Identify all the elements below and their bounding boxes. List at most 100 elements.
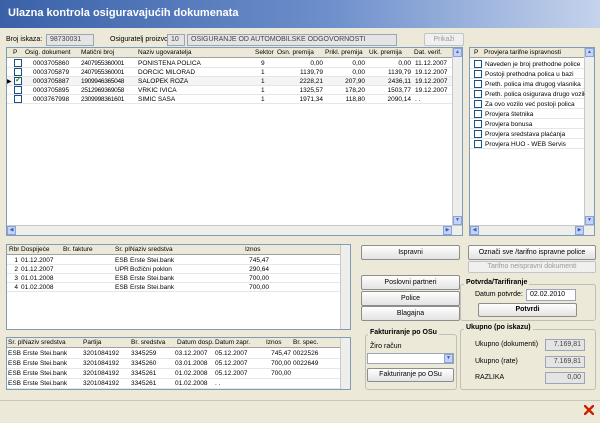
- cell-dospijece: 01.12.2007: [21, 265, 54, 273]
- rule-row[interactable]: Provjera sredstava plaćanja: [470, 129, 584, 139]
- col-maticni-broj: Matični broj: [81, 49, 115, 56]
- table-row[interactable]: ▶ 0003705887 1909946365048 ŠALOPEK ROŽA 1 222…: [7, 75, 452, 86]
- rule-row[interactable]: Za ovo vozilo već postoji polica: [470, 99, 584, 109]
- rule-checkbox[interactable]: [474, 70, 482, 78]
- rule-row[interactable]: Postoji prethodna polica u bazi: [470, 69, 584, 79]
- osiguratelj-label: Osiguratelj proizvod:: [110, 36, 174, 43]
- cell-iznos: 700,00: [271, 369, 291, 377]
- col-p: P: [13, 49, 18, 56]
- row-checkbox[interactable]: [14, 59, 22, 67]
- rule-row[interactable]: Provjera štetnika: [470, 109, 584, 119]
- table-row[interactable]: 0003705879 2407955360001 DORČIĆ MILORAD 1 11…: [7, 68, 452, 77]
- documents-hscroll[interactable]: ◀ ▶: [7, 225, 462, 235]
- col-osn-premija: Osn. premija: [277, 49, 314, 56]
- rule-row[interactable]: Provjera bonusa: [470, 119, 584, 129]
- rule-label: Za ovo vozilo već postoji polica: [485, 100, 575, 108]
- scroll-down-icon[interactable]: ▼: [453, 216, 462, 225]
- payment-row[interactable]: 2 01.12.2007 UPR Božični poklon 290,64: [7, 265, 340, 274]
- scroll-right-icon[interactable]: ▶: [443, 226, 452, 235]
- cell-osn-premija: 1139,79: [299, 68, 323, 76]
- cell-naziv-sredstva: Božični poklon: [130, 265, 172, 273]
- means-col-br-sredstva: Br. sredstva: [131, 339, 166, 346]
- ukupno-rate-field: 7.169,81: [545, 356, 585, 368]
- cell-br-spec: 0022649: [293, 359, 319, 367]
- police-button[interactable]: Police: [361, 291, 460, 306]
- rule-checkbox[interactable]: [474, 80, 482, 88]
- cell-dat-verif: 19.12.2007: [415, 68, 448, 76]
- rule-checkbox[interactable]: [474, 130, 482, 138]
- table-row[interactable]: 0003705895 2512969369058 VRKIĆ IVICA 1 1325,…: [7, 86, 452, 95]
- blagajna-button[interactable]: Blagajna: [361, 306, 460, 321]
- rules-scroll-right-icon[interactable]: ▶: [575, 226, 584, 235]
- ispravni-button[interactable]: Ispravni: [361, 245, 460, 260]
- oznaci-sve-button[interactable]: Označi sve /tarifno ispravne police: [468, 245, 596, 260]
- ziro-racun-select[interactable]: [367, 353, 454, 364]
- cell-br-spec: 0022526: [293, 349, 319, 357]
- payments-vscroll[interactable]: [340, 245, 350, 329]
- payment-row[interactable]: 1 01.12.2007 ESB Erste Stei.bank 745,47: [7, 256, 340, 265]
- means-grid-header: Sr. pl. Naziv sredstva Partija Br. sreds…: [7, 338, 350, 348]
- ukupno-title: Ukupno (po iskazu): [464, 324, 533, 331]
- cell-datum-zapr: 05.12.2007: [215, 349, 248, 357]
- fakturiranje-title: Fakturiranje po OSu: [368, 329, 439, 336]
- means-row[interactable]: ESB Erste Stei.bank 3201084192 3345261 01.02…: [7, 369, 340, 379]
- payment-row[interactable]: 4 01.02.2008 ESB Erste Stei.bank 700,00: [7, 283, 340, 292]
- cell-datum-zapr: . .: [215, 379, 221, 387]
- cell-naziv-sredstva: Erste Stei.bank: [23, 349, 68, 357]
- rule-checkbox[interactable]: [474, 100, 482, 108]
- pay-col-iznos: Iznos: [245, 246, 261, 253]
- rule-checkbox[interactable]: [474, 60, 482, 68]
- poslovni-partneri-button[interactable]: Poslovni partneri: [361, 275, 460, 290]
- rules-scroll-up-icon[interactable]: ▲: [585, 48, 594, 57]
- row-checkbox[interactable]: [14, 75, 22, 85]
- fakturiranje-po-osu-button[interactable]: Fakturiranje po OSu: [367, 368, 454, 382]
- table-row[interactable]: 0003767998 2309998361601 ŠIMIĆ SAŠA 1 1971,3…: [7, 95, 452, 104]
- documents-grid[interactable]: P Osig. dokument Matični broj Naziv ugov…: [6, 47, 463, 236]
- close-icon[interactable]: [584, 405, 594, 415]
- rule-checkbox[interactable]: [474, 120, 482, 128]
- means-row[interactable]: ESB Erste Stei.bank 3201084192 3345260 03.01…: [7, 359, 340, 369]
- row-checkbox[interactable]: [14, 86, 22, 94]
- chevron-down-icon[interactable]: ▼: [444, 354, 453, 363]
- cell-iznos: 745,47: [249, 256, 269, 264]
- cell-naziv: PONIŠTENA POLICA: [138, 59, 201, 67]
- rule-row[interactable]: Preth. polica osigurava drugo vozilo: [470, 89, 585, 99]
- scroll-up-icon[interactable]: ▲: [453, 48, 462, 57]
- cell-osig-dokument: 0003705887: [33, 77, 70, 85]
- payments-grid[interactable]: Rbr Dospijeće Br. fakture Sr. pl. Naziv …: [6, 244, 351, 330]
- table-row[interactable]: 0003705860 2407955360001 PONIŠTENA POLICA 9…: [7, 59, 452, 68]
- datum-potvrde-field[interactable]: 02.02.2010: [526, 289, 576, 301]
- cell-uk-premija: 0,00: [398, 59, 411, 67]
- cell-maticni-broj: 1909946365048: [81, 77, 125, 85]
- razlika-field: 0,00: [545, 372, 585, 384]
- row-checkbox[interactable]: [14, 95, 22, 103]
- rule-row[interactable]: Provjera HUO - WEB Servis: [470, 139, 584, 149]
- documents-vscroll[interactable]: ▲ ▼: [452, 48, 462, 235]
- potvrdi-button[interactable]: Potvrdi: [478, 303, 577, 317]
- cell-rbr: 4: [14, 283, 18, 291]
- means-row[interactable]: ESB Erste Stei.bank 3201084192 3345261 01.02…: [7, 379, 340, 389]
- rules-vscroll[interactable]: ▲ ▼: [584, 48, 594, 235]
- rule-row[interactable]: Naveden je broj prethodne police: [470, 59, 584, 69]
- rule-checkbox[interactable]: [474, 140, 482, 148]
- rule-checkbox[interactable]: [474, 90, 482, 98]
- rules-scroll-down-icon[interactable]: ▼: [585, 216, 594, 225]
- cell-prikl-premija: 0,00: [352, 59, 365, 67]
- payment-row[interactable]: 3 01.01.2008 ESB Erste Stei.bank 700,00: [7, 274, 340, 283]
- cell-datum-dosp: 01.02.2008: [175, 379, 208, 387]
- ukupno-dokumenti-label: Ukupno (dokumenti): [475, 341, 539, 348]
- rule-checkbox[interactable]: [474, 110, 482, 118]
- prikazi-button[interactable]: Prikaži: [424, 33, 464, 46]
- means-vscroll[interactable]: [340, 338, 350, 389]
- rules-hscroll[interactable]: ◀ ▶: [470, 225, 594, 235]
- rules-grid[interactable]: P Provjera tarifne ispravnosti ▲ ▼ ◀ ▶ N…: [469, 47, 595, 236]
- means-row[interactable]: ESB Erste Stei.bank 3201084192 3345259 03.12…: [7, 349, 340, 359]
- scroll-left-icon[interactable]: ◀: [7, 226, 16, 235]
- rule-row[interactable]: Preth. polica ima drugog vlasnika: [470, 79, 584, 89]
- cell-maticni-broj: 2512969369058: [81, 86, 125, 94]
- rules-scroll-left-icon[interactable]: ◀: [470, 226, 479, 235]
- payments-grid-header: Rbr Dospijeće Br. fakture Sr. pl. Naziv …: [7, 245, 350, 255]
- tarifno-neispravni-button[interactable]: Tarifno neispravni dokumenti: [468, 261, 596, 273]
- cell-sektor: 1: [261, 86, 265, 94]
- means-grid[interactable]: Sr. pl. Naziv sredstva Partija Br. sreds…: [6, 337, 351, 390]
